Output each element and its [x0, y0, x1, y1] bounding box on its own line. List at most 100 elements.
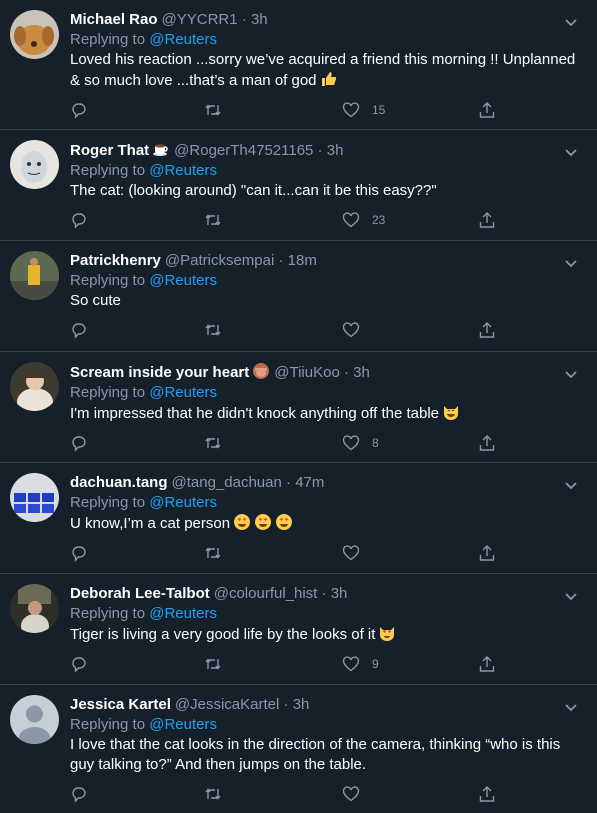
chevron-down-icon[interactable]	[563, 699, 579, 715]
like-button[interactable]: 15	[342, 101, 385, 119]
timestamp[interactable]: 47m	[295, 474, 324, 491]
display-name[interactable]: Michael Rao	[70, 11, 158, 28]
share-icon	[479, 435, 495, 451]
timestamp[interactable]: 3h	[327, 142, 344, 159]
chevron-down-icon[interactable]	[563, 477, 579, 493]
retweet-button[interactable]	[204, 321, 222, 339]
user-handle[interactable]: @colourful_hist	[214, 585, 318, 602]
retweet-button[interactable]	[204, 434, 222, 452]
chevron-down-icon[interactable]	[563, 255, 579, 271]
avatar[interactable]	[10, 584, 59, 633]
retweet-button[interactable]	[204, 101, 222, 119]
reply-button[interactable]	[70, 101, 88, 119]
tweet-actions: 9	[70, 647, 583, 683]
like-button[interactable]: 23	[342, 211, 385, 229]
mention-link[interactable]: @Reuters	[149, 384, 217, 401]
chevron-down-icon[interactable]	[563, 588, 579, 604]
user-handle[interactable]: @Patricksempai	[165, 252, 274, 269]
tweet-text: U know,I’m a cat person	[70, 513, 583, 534]
reply-button[interactable]	[70, 544, 88, 562]
avatar[interactable]	[10, 362, 59, 411]
share-button[interactable]	[478, 655, 496, 673]
share-icon	[479, 545, 495, 561]
tweet-text: I love that the cat looks in the directi…	[70, 735, 583, 775]
heart-icon	[342, 102, 360, 118]
heart-icon	[342, 212, 360, 228]
chevron-down-icon[interactable]	[563, 366, 579, 382]
mention-link[interactable]: @Reuters	[149, 31, 217, 48]
like-button[interactable]	[342, 785, 360, 803]
timestamp[interactable]: 3h	[331, 585, 348, 602]
display-name[interactable]: Scream inside your heart	[70, 364, 249, 381]
chevron-down-icon[interactable]	[563, 144, 579, 160]
like-button[interactable]: 9	[342, 655, 379, 673]
display-name[interactable]: Roger That	[70, 142, 149, 159]
reply-button[interactable]	[70, 434, 88, 452]
display-name[interactable]: Jessica Kartel	[70, 696, 171, 713]
tweet-actions	[70, 777, 583, 813]
reply-button[interactable]	[70, 785, 88, 803]
retweet-button[interactable]	[204, 785, 222, 803]
separator: ·	[279, 696, 293, 713]
retweet-icon	[205, 788, 221, 800]
tweet[interactable]: Scream inside your heart @TiiuKoo · 3h Re…	[0, 352, 597, 463]
avatar[interactable]	[10, 695, 59, 744]
timestamp[interactable]: 3h	[293, 696, 310, 713]
separator: ·	[313, 142, 327, 159]
share-button[interactable]	[478, 321, 496, 339]
share-icon	[479, 322, 495, 338]
reply-button[interactable]	[70, 655, 88, 673]
reply-button[interactable]	[70, 321, 88, 339]
like-button[interactable]: 8	[342, 434, 379, 452]
tweet[interactable]: Deborah Lee-Talbot @colourful_hist · 3h R…	[0, 574, 597, 685]
retweet-icon	[205, 658, 221, 670]
mention-link[interactable]: @Reuters	[149, 605, 217, 622]
replying-label: Replying to	[70, 605, 150, 622]
avatar[interactable]	[10, 473, 59, 522]
share-button[interactable]	[478, 544, 496, 562]
reply-button[interactable]	[70, 211, 88, 229]
user-handle[interactable]: @TiiuKoo	[274, 364, 340, 381]
display-name[interactable]: dachuan.tang	[70, 474, 168, 491]
replying-to: Replying to @Reuters	[70, 271, 583, 291]
display-name[interactable]: Patrickhenry	[70, 252, 161, 269]
share-button[interactable]	[478, 785, 496, 803]
retweet-button[interactable]	[204, 544, 222, 562]
tweet[interactable]: Jessica Kartel @JessicaKartel · 3h Replyi…	[0, 685, 597, 803]
retweet-button[interactable]	[204, 655, 222, 673]
tweet[interactable]: Michael Rao @YYCRR1 · 3h Replying to @Reu…	[0, 0, 597, 130]
avatar[interactable]	[10, 10, 59, 59]
avatar[interactable]	[10, 140, 59, 189]
thumbs-up-emoji-icon	[321, 72, 336, 86]
mention-link[interactable]: @Reuters	[149, 162, 217, 179]
chevron-down-icon[interactable]	[563, 14, 579, 30]
user-handle[interactable]: @YYCRR1	[162, 11, 238, 28]
like-button[interactable]	[342, 321, 360, 339]
replying-label: Replying to	[70, 31, 150, 48]
user-handle[interactable]: @JessicaKartel	[175, 696, 279, 713]
avatar[interactable]	[10, 251, 59, 300]
mention-link[interactable]: @Reuters	[149, 272, 217, 289]
retweet-button[interactable]	[204, 211, 222, 229]
display-name[interactable]: Deborah Lee-Talbot	[70, 585, 210, 602]
share-icon	[479, 656, 495, 672]
timestamp[interactable]: 3h	[251, 11, 268, 28]
heart-icon	[342, 322, 360, 338]
user-handle[interactable]: @RogerTh47521165	[174, 142, 313, 159]
mention-link[interactable]: @Reuters	[149, 716, 217, 733]
mention-link[interactable]: @Reuters	[149, 494, 217, 511]
user-handle[interactable]: @tang_dachuan	[172, 474, 282, 491]
share-button[interactable]	[478, 101, 496, 119]
share-button[interactable]	[478, 434, 496, 452]
timestamp[interactable]: 3h	[353, 364, 370, 381]
tweet-text-content: U know,I’m a cat person	[70, 515, 231, 532]
tweet[interactable]: dachuan.tang @tang_dachuan · 47m Replying…	[0, 463, 597, 574]
replying-label: Replying to	[70, 162, 150, 179]
tweet[interactable]: Patrickhenry @Patricksempai · 18m Replyin…	[0, 241, 597, 352]
tweet-actions: 15	[70, 93, 583, 129]
like-button[interactable]	[342, 544, 360, 562]
timestamp[interactable]: 18m	[288, 252, 317, 269]
retweet-icon	[205, 437, 221, 449]
tweet[interactable]: Roger That @RogerTh47521165 · 3h Replying…	[0, 130, 597, 241]
share-button[interactable]	[478, 211, 496, 229]
